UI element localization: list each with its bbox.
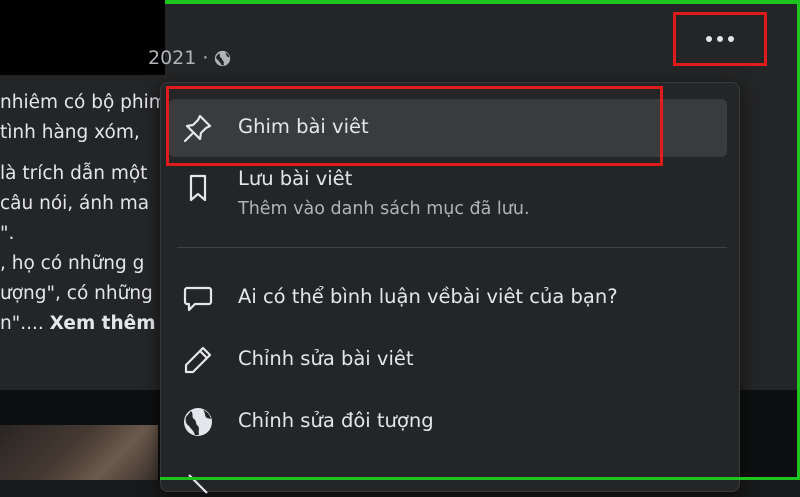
frame-border [165, 0, 800, 4]
globe-icon[interactable] [214, 50, 231, 67]
menu-divider [177, 247, 727, 248]
post-text-line: n".... Xem thêm [0, 309, 165, 339]
post-text-line: ". [0, 223, 15, 244]
page-background [0, 0, 165, 75]
pencil-icon [181, 343, 215, 377]
more-horizontal-icon [706, 36, 712, 42]
see-more-link[interactable]: Xem thêm [50, 313, 156, 334]
partial-icon [181, 463, 215, 497]
post-text-line: là trích dẫn một [0, 163, 148, 184]
menu-item-edit-post[interactable]: Chỉnh sửa bài viêt [161, 341, 739, 381]
speech-bubble-icon [181, 281, 215, 315]
menu-item-label: Chỉnh sửa bài viêt [238, 347, 414, 370]
post-text-line: , họ có những g [0, 253, 145, 274]
post-text-line: nhiêm có bộ phim [0, 92, 165, 113]
bookmark-icon [181, 171, 215, 205]
menu-item-edit-audience[interactable]: Chỉnh sửa đôi tượng [161, 403, 739, 443]
pin-item-highlight [166, 86, 663, 166]
post-image-thumbnail[interactable] [0, 425, 158, 480]
more-options-button[interactable] [673, 12, 767, 66]
post-meta: 2021 · [148, 43, 231, 73]
menu-item-label: Ai có thể bình luận vềbài viêt của bạn? [238, 285, 618, 308]
menu-item-label: Lưu bài viêt [238, 167, 353, 190]
menu-item-description: Thêm vào danh sách mục đã lưu. [238, 199, 530, 219]
post-text-line: câu nói, ánh ma [0, 193, 150, 214]
post-text-line: n".... [0, 313, 50, 334]
post-body: nhiêm có bộ phim tình hàng xóm, là trích… [0, 88, 165, 339]
menu-item-who-can-comment[interactable]: Ai có thể bình luận vềbài viêt của bạn? [161, 279, 739, 319]
menu-item-save-post[interactable]: Lưu bài viêt Thêm vào danh sách mục đã l… [161, 163, 739, 227]
post-date[interactable]: 2021 · [148, 47, 208, 69]
post-text-line: tình hàng xóm, [0, 122, 140, 143]
globe-icon [181, 405, 215, 439]
menu-item-label: Chỉnh sửa đôi tượng [238, 409, 434, 432]
post-text-line: ượng", có những [0, 283, 153, 304]
